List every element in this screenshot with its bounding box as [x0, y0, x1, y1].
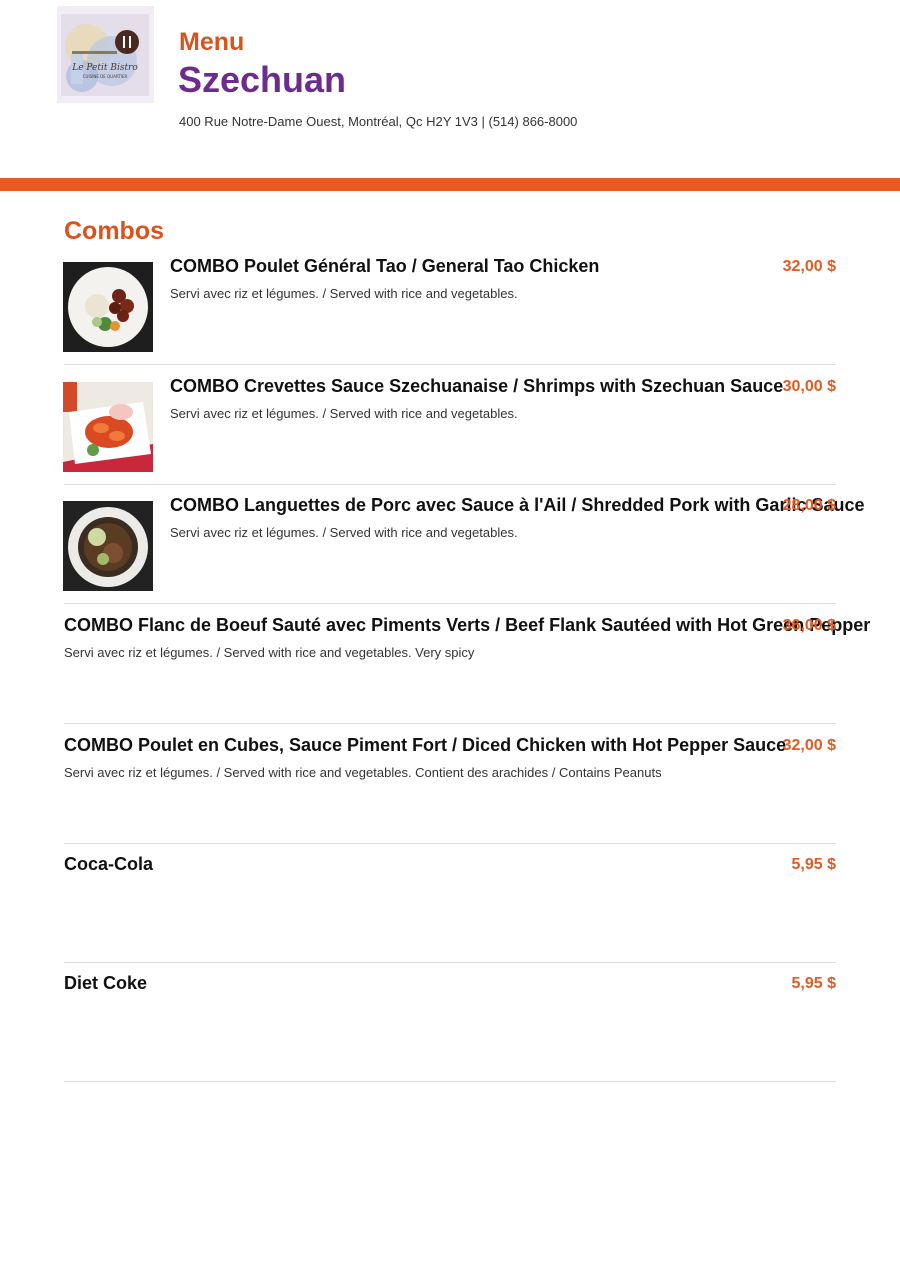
- item-description: Servi avec riz et légumes. / Served with…: [170, 406, 518, 421]
- item-name: COMBO Poulet en Cubes, Sauce Piment Fort…: [64, 735, 787, 755]
- menu-item[interactable]: COMBO Crevettes Sauce Szechuanaise / Shr…: [63, 365, 836, 485]
- szechuan-shrimps-photo: [63, 382, 153, 472]
- accent-bar: [0, 178, 900, 191]
- item-name: COMBO Languettes de Porc avec Sauce à l'…: [170, 495, 865, 515]
- item-price: 5,95 $: [791, 856, 836, 873]
- item-price: 32,00 $: [782, 737, 836, 754]
- restaurant-name: Szechuan: [178, 59, 347, 100]
- item-price: 32,00 $: [782, 258, 836, 275]
- svg-text:Le Petit Bistro: Le Petit Bistro: [71, 63, 138, 73]
- menu-item[interactable]: Coca-Cola 5,95 $: [64, 843, 836, 963]
- svg-text:CUISINE DE QUARTIER: CUISINE DE QUARTIER: [83, 74, 128, 79]
- item-description: Servi avec riz et légumes. / Served with…: [64, 765, 662, 780]
- item-price: 36,00 $: [782, 617, 836, 634]
- item-name: COMBO Poulet Général Tao / General Tao C…: [170, 256, 600, 276]
- menu-item[interactable]: COMBO Languettes de Porc avec Sauce à l'…: [63, 484, 865, 604]
- menu-item[interactable]: Diet Coke 5,95 $: [64, 962, 836, 1082]
- item-name: Coca-Cola: [64, 854, 154, 874]
- menu-item[interactable]: COMBO Poulet Général Tao / General Tao C…: [63, 245, 836, 365]
- item-name: COMBO Crevettes Sauce Szechuanaise / Shr…: [170, 376, 784, 396]
- item-price: 28,00 $: [782, 497, 836, 514]
- item-description: Servi avec riz et légumes. / Served with…: [170, 525, 518, 540]
- item-name: COMBO Flanc de Boeuf Sauté avec Piments …: [64, 615, 871, 635]
- item-price: 5,95 $: [791, 975, 836, 992]
- item-description: Servi avec riz et légumes. / Served with…: [64, 645, 475, 660]
- restaurant-address: 400 Rue Notre-Dame Ouest, Montréal, Qc H…: [179, 114, 578, 129]
- item-name: Diet Coke: [64, 973, 148, 993]
- restaurant-logo-icon: Le Petit Bistro CUISINE DE QUARTIER: [57, 6, 154, 103]
- menu-item[interactable]: COMBO Flanc de Boeuf Sauté avec Piments …: [64, 604, 870, 724]
- shredded-pork-photo: [63, 501, 153, 591]
- section-title: Combos: [64, 217, 164, 245]
- item-divider: [64, 1081, 836, 1082]
- item-price: 30,00 $: [782, 378, 836, 395]
- item-description: Servi avec riz et légumes. / Served with…: [170, 286, 518, 301]
- general-tao-chicken-photo: [63, 262, 153, 352]
- menu-label: Menu: [179, 28, 245, 56]
- menu-item[interactable]: COMBO Poulet en Cubes, Sauce Piment Fort…: [64, 724, 836, 844]
